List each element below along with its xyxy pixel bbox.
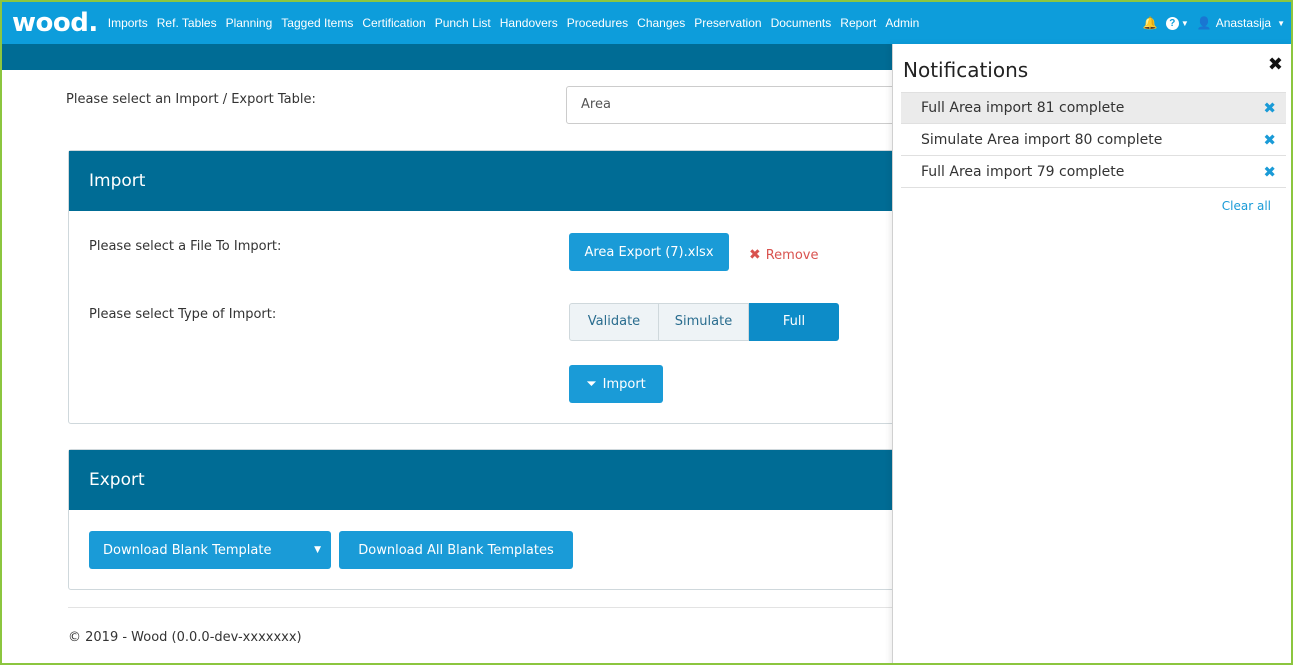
nav-right-tools: 🔔 ? ▼ 👤 Anastasija ▼: [1143, 2, 1285, 44]
clear-all-link[interactable]: Clear all: [1222, 199, 1271, 213]
chevron-down-icon: ▼: [1180, 18, 1189, 28]
user-name: Anastasija: [1215, 16, 1272, 30]
import-type-full[interactable]: Full: [749, 303, 839, 341]
help-icon: ?: [1165, 16, 1179, 30]
nav-item-imports[interactable]: Imports: [108, 16, 148, 30]
app-frame: wood. Imports Ref. Tables Planning Tagge…: [0, 0, 1293, 665]
nav-item-documents[interactable]: Documents: [771, 16, 832, 30]
nav-item-planning[interactable]: Planning: [226, 16, 273, 30]
download-all-templates-button[interactable]: Download All Blank Templates: [339, 531, 573, 569]
upload-icon: ⏷: [586, 376, 597, 392]
notification-item[interactable]: Simulate Area import 80 complete ✖: [901, 124, 1286, 156]
close-icon[interactable]: ✖: [1268, 54, 1283, 75]
export-panel-title: Export: [69, 450, 907, 510]
table-select[interactable]: Area: [566, 86, 906, 124]
dismiss-icon[interactable]: ✖: [1263, 131, 1276, 149]
nav-item-procedures[interactable]: Procedures: [567, 16, 628, 30]
user-icon: 👤: [1196, 16, 1212, 30]
nav-item-ref-tables[interactable]: Ref. Tables: [157, 16, 217, 30]
nav-item-preservation[interactable]: Preservation: [694, 16, 761, 30]
import-button-label: Import: [602, 376, 646, 392]
download-template-label: Download Blank Template: [103, 542, 272, 558]
import-type-label: Please select Type of Import:: [89, 307, 277, 322]
close-icon: ✖: [749, 247, 761, 263]
help-menu[interactable]: ? ▼: [1165, 16, 1189, 30]
file-select-button[interactable]: Area Export (7).xlsx: [569, 233, 729, 271]
bell-icon[interactable]: 🔔: [1143, 16, 1158, 30]
notification-text: Simulate Area import 80 complete: [921, 131, 1163, 148]
wood-logo[interactable]: wood.: [12, 2, 98, 44]
notification-item[interactable]: Full Area import 81 complete ✖: [901, 92, 1286, 124]
dismiss-icon[interactable]: ✖: [1263, 99, 1276, 117]
export-panel: Export Download Blank Template ▼ Downloa…: [68, 449, 908, 590]
footer-copyright: © 2019 - Wood (0.0.0-dev-xxxxxxx): [68, 630, 302, 645]
notification-text: Full Area import 81 complete: [921, 100, 1125, 116]
import-type-selector: Validate Simulate Full: [569, 303, 839, 341]
nav-item-admin[interactable]: Admin: [885, 16, 919, 30]
chevron-down-icon[interactable]: ▼: [314, 545, 321, 555]
top-navbar: wood. Imports Ref. Tables Planning Tagge…: [2, 2, 1291, 44]
notifications-panel: Notifications ✖ Full Area import 81 comp…: [892, 44, 1291, 663]
nav-item-report[interactable]: Report: [840, 16, 876, 30]
nav-item-handovers[interactable]: Handovers: [500, 16, 558, 30]
import-panel-title: Import: [69, 151, 907, 211]
remove-label: Remove: [765, 247, 819, 263]
file-import-label: Please select a File To Import:: [89, 239, 282, 254]
nav-item-certification[interactable]: Certification: [362, 16, 425, 30]
import-type-validate[interactable]: Validate: [569, 303, 659, 341]
footer-divider: [68, 607, 908, 608]
user-menu[interactable]: 👤 Anastasija ▼: [1197, 16, 1285, 30]
download-template-button[interactable]: Download Blank Template ▼: [89, 531, 331, 569]
table-select-label: Please select an Import / Export Table:: [66, 92, 316, 107]
import-button[interactable]: ⏷ Import: [569, 365, 663, 403]
notifications-list: Full Area import 81 complete ✖ Simulate …: [901, 92, 1286, 188]
nav-item-tagged-items[interactable]: Tagged Items: [281, 16, 353, 30]
remove-file-button[interactable]: ✖ Remove: [749, 247, 819, 263]
import-panel: Import Please select a File To Import: A…: [68, 150, 908, 424]
notification-item[interactable]: Full Area import 79 complete ✖: [901, 156, 1286, 188]
nav-menu: Imports Ref. Tables Planning Tagged Item…: [108, 16, 929, 30]
dismiss-icon[interactable]: ✖: [1263, 163, 1276, 181]
nav-item-changes[interactable]: Changes: [637, 16, 685, 30]
import-type-simulate[interactable]: Simulate: [659, 303, 749, 341]
nav-item-punch-list[interactable]: Punch List: [435, 16, 491, 30]
notification-text: Full Area import 79 complete: [921, 163, 1125, 180]
notifications-title: Notifications: [903, 58, 1029, 82]
chevron-down-icon: ▼: [1277, 18, 1285, 28]
